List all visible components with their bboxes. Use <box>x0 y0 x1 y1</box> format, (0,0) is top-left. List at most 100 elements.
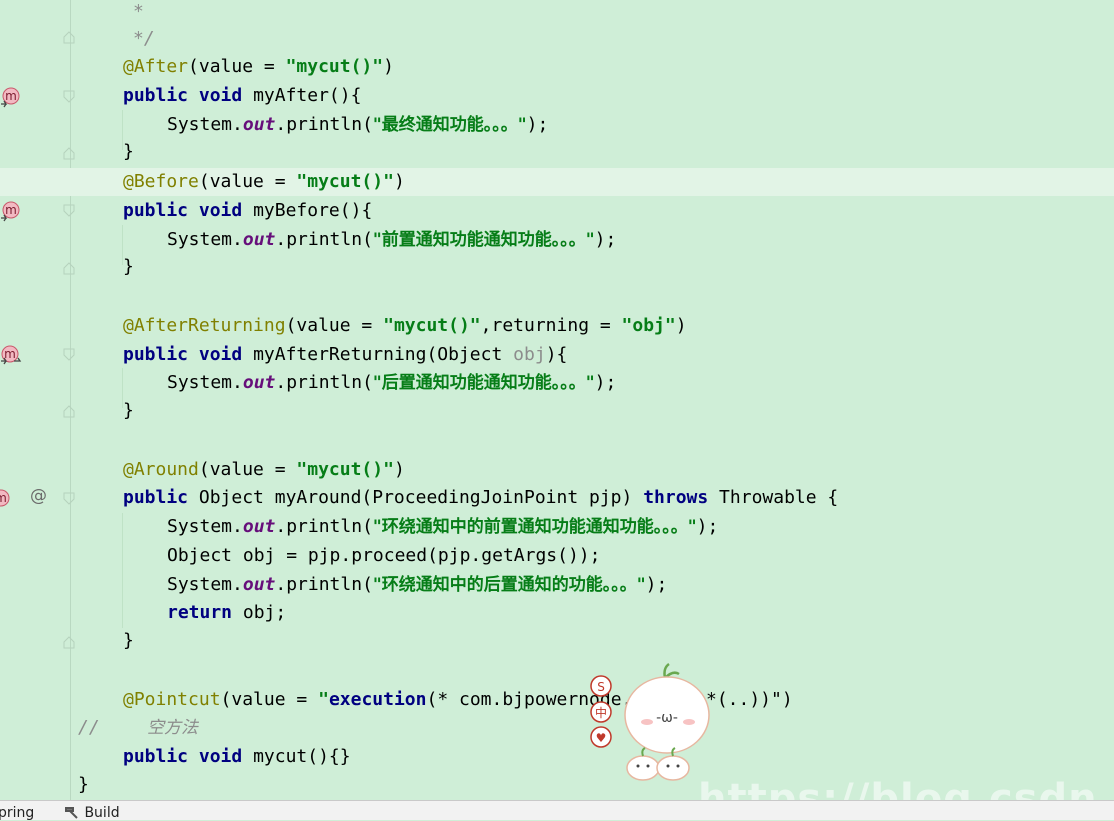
closing-brace: } <box>123 400 134 421</box>
string-literal: "后置通知功能通知功能。。。" <box>372 373 595 393</box>
code-text: ){ <box>545 344 568 365</box>
bottom-tool-bar: pring Build <box>0 800 1114 821</box>
code-text: System. <box>167 114 243 135</box>
code-text: (value = <box>285 315 384 336</box>
pointcut-designator: execution <box>328 689 427 710</box>
code-text: System. <box>167 516 243 537</box>
static-field: out <box>242 574 276 595</box>
code-line: public void myAfterReturning(Object obj)… <box>0 341 1114 369</box>
code-text: ); <box>594 372 617 393</box>
closing-brace: } <box>123 256 134 277</box>
code-line: public void myBefore(){ <box>0 197 1114 225</box>
string-literal: "mycut()" <box>285 56 384 77</box>
code-line: public Object myAround(ProceedingJoinPoi… <box>0 484 1114 512</box>
method-signature: mycut(){} <box>242 746 351 767</box>
keyword: public <box>123 344 189 365</box>
badge-text: S <box>597 680 605 694</box>
mascot-face: -ω- <box>656 710 678 726</box>
code-line: return obj; <box>0 599 1114 627</box>
code-line: @After(value = "mycut()") <box>0 53 1114 81</box>
annotation: @Pointcut <box>123 689 221 710</box>
code-line: System.out.println("前置通知功能通知功能。。。"); <box>0 226 1114 254</box>
mascot-sticker: S 中 ♥ -ω- <box>590 662 710 781</box>
code-line: * <box>0 0 1114 26</box>
code-line: System.out.println("环绕通知中的前置通知功能通知功能。。。"… <box>0 513 1114 541</box>
comment-text: * <box>133 1 144 22</box>
string-literal: "mycut()" <box>383 315 481 336</box>
code-text: .println( <box>275 229 373 250</box>
string-literal: "mycut()" <box>296 171 394 192</box>
code-text: ) <box>393 459 405 480</box>
code-line: Object obj = pjp.proceed(pjp.getArgs()); <box>0 542 1114 570</box>
hammer-icon <box>65 807 78 819</box>
code-text: ) <box>675 315 687 336</box>
string-literal: "前置通知功能通知功能。。。" <box>372 230 595 250</box>
code-text: Object obj = pjp.proceed(pjp.getArgs()); <box>167 545 601 566</box>
keyword: public <box>123 85 189 106</box>
code-text: System. <box>167 574 243 595</box>
comment-text: 空方法 <box>147 718 198 738</box>
keyword: public <box>123 487 189 508</box>
code-line: public void myAfter(){ <box>0 82 1114 110</box>
keyword: void <box>198 746 243 767</box>
string-literal: " <box>318 689 329 710</box>
string-literal: "obj" <box>621 315 676 336</box>
comment-text: */ <box>133 28 155 49</box>
class-closing-brace: } <box>78 774 89 795</box>
code-text: (value = <box>198 171 297 192</box>
code-text: .println( <box>275 516 373 537</box>
code-line: @Pointcut(value = "execution(* com.bjpow… <box>0 686 1114 714</box>
code-text: obj; <box>232 602 287 623</box>
method-signature: myBefore(){ <box>242 200 373 221</box>
code-editor[interactable]: m m m m @ * */ @After(value = "mycut()")… <box>0 0 1114 800</box>
code-line: // 空方法 <box>0 714 1114 742</box>
badge-text: ♥ <box>596 731 607 745</box>
annotation: @Around <box>123 459 199 480</box>
unused-parameter: obj <box>513 344 546 365</box>
closing-brace: } <box>123 141 134 162</box>
closing-brace: } <box>123 630 134 651</box>
string-literal: "环绕通知中的后置通知的功能。。。" <box>372 575 646 595</box>
string-literal: "mycut()" <box>296 459 394 480</box>
code-text: (value = <box>220 689 319 710</box>
static-field: out <box>242 229 276 250</box>
code-line-current: @Before(value = "mycut()") <box>0 168 1114 196</box>
code-text: .println( <box>275 114 373 135</box>
code-line: } <box>0 253 1114 281</box>
code-text: ) <box>393 171 405 192</box>
keyword: void <box>198 200 243 221</box>
static-field: out <box>242 114 276 135</box>
method-signature: Object myAround(ProceedingJoinPoint pjp) <box>188 487 644 508</box>
badge-text: 中 <box>595 705 607 720</box>
string-literal: "环绕通知中的前置通知功能通知功能。。。" <box>372 517 697 537</box>
method-signature: myAfterReturning(Object <box>242 344 514 365</box>
string-literal: *(..))" <box>706 689 782 710</box>
line-comment: // <box>78 717 100 738</box>
code-line: } <box>0 397 1114 425</box>
code-line: } <box>0 627 1114 655</box>
string-literal: "最终通知功能。。。" <box>372 115 527 135</box>
method-signature: myAfter(){ <box>242 85 362 106</box>
static-field: out <box>242 516 276 537</box>
code-text: System. <box>167 229 243 250</box>
annotation: @After <box>123 56 189 77</box>
code-text: ) <box>781 689 793 710</box>
code-text: .println( <box>275 372 373 393</box>
keyword: return <box>167 602 233 623</box>
code-text: ); <box>645 574 668 595</box>
code-text: ); <box>696 516 719 537</box>
code-line: System.out.println("后置通知功能通知功能。。。"); <box>0 369 1114 397</box>
code-text: (value = <box>198 459 297 480</box>
keyword: public <box>123 200 189 221</box>
static-field: out <box>242 372 276 393</box>
code-text: (value = <box>188 56 286 77</box>
code-line: @Around(value = "mycut()") <box>0 456 1114 484</box>
code-line: } <box>0 138 1114 166</box>
code-line: */ <box>0 25 1114 53</box>
keyword: throws <box>643 487 709 508</box>
code-text: ); <box>526 114 549 135</box>
code-line: System.out.println("环绕通知中的后置通知的功能。。。"); <box>0 571 1114 599</box>
code-line: System.out.println("最终通知功能。。。"); <box>0 111 1114 139</box>
code-line: public void mycut(){} <box>0 743 1114 771</box>
annotation: @AfterReturning <box>123 315 286 336</box>
